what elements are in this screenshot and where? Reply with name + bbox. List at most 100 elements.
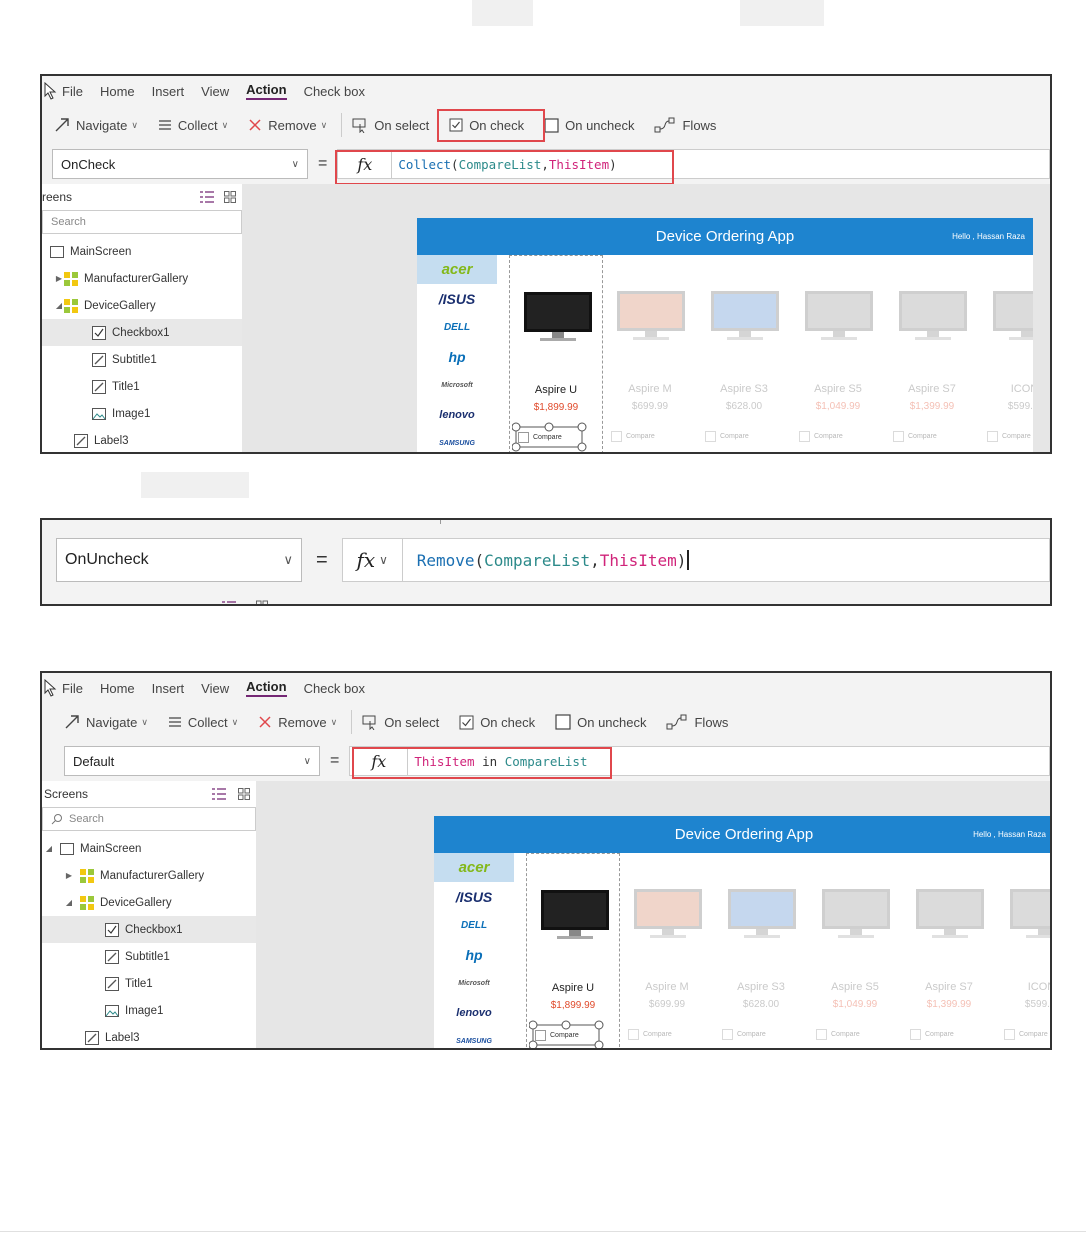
product-card[interactable]: Aspire U $1,899.99 Compare [509,255,603,452]
tree-node-subtitle1[interactable]: Subtitle1 [42,346,242,373]
product-card[interactable]: Aspire S3 $628.00 Compare [697,255,791,452]
collapse-icon[interactable]: ◢ [64,898,74,907]
brand-logo[interactable]: SAMSUNG [417,429,497,452]
on-select-button[interactable]: On select [362,714,439,730]
compare-checkbox[interactable]: Compare [799,431,843,442]
tree-list-icon[interactable] [212,788,226,800]
brand-logo[interactable]: hp [434,940,514,969]
grid-icon[interactable] [238,788,250,800]
tree-node-manufacturergallery[interactable]: ▶ ManufacturerGallery [42,862,256,889]
collect-button[interactable]: Collect ∨ [158,118,228,133]
remove-button[interactable]: Remove ∨ [258,715,337,730]
menu-action[interactable]: Action [246,679,287,697]
tree-node-image1[interactable]: Image1 [42,997,256,1024]
on-check-button[interactable]: On check [459,715,535,730]
tree-node-manufacturergallery[interactable]: ▶ ManufacturerGallery [42,265,242,292]
tree-node-title1[interactable]: Title1 [42,970,256,997]
on-select-button[interactable]: On select [352,117,429,133]
product-card[interactable]: Aspire U $1,899.99 Compare [526,853,620,1048]
formula-input[interactable]: Remove(CompareList, ThisItem) [401,538,1050,582]
product-card[interactable]: Aspire M $699.99 Compare [620,853,714,1048]
manufacturer-gallery: acer/ISUS DELL hp Microsoft lenovo SAMSUNG [417,255,497,452]
app-greeting: Hello , Hassan Raza [973,830,1046,839]
compare-checkbox[interactable]: Compare [722,1029,766,1040]
menu-action[interactable]: Action [246,82,287,100]
brand-logo[interactable]: acer [417,255,497,284]
compare-checkbox[interactable]: Compare [910,1029,954,1040]
compare-checkbox[interactable]: Compare [987,431,1031,442]
menu-file[interactable]: File [62,681,83,696]
brand-logo[interactable]: Microsoft [434,969,514,998]
menu-check-box[interactable]: Check box [304,681,365,696]
tree-node-image1[interactable]: Image1 [42,400,242,427]
expand-icon[interactable]: ▶ [54,274,64,283]
grid-icon[interactable] [224,191,236,203]
product-card[interactable]: Aspire S3 $628.00 Compare [714,853,808,1048]
menu-view[interactable]: View [201,84,229,99]
brand-logo[interactable]: Microsoft [417,371,497,400]
navigate-button[interactable]: Navigate ∨ [64,714,148,730]
product-card[interactable]: ICONI $599.99 Compare [979,255,1033,452]
property-dropdown[interactable]: Default ∨ [64,746,320,776]
tree-search-input[interactable]: Search [42,210,242,234]
product-card[interactable]: Aspire S5 $1,049.99 Compare [808,853,902,1048]
remove-button[interactable]: Remove ∨ [248,118,327,133]
brand-logo[interactable]: DELL [417,313,497,342]
compare-checkbox[interactable]: Compare [816,1029,860,1040]
brand-logo[interactable]: SAMSUNG [434,1027,514,1048]
brand-logo[interactable]: lenovo [434,998,514,1027]
tree-node-label3[interactable]: Label3 [42,427,242,452]
menu-insert[interactable]: Insert [152,84,185,99]
brand-logo[interactable]: DELL [434,911,514,940]
tree-node-checkbox1[interactable]: Checkbox1 [42,916,256,943]
on-uncheck-button[interactable]: On uncheck [544,118,634,133]
checkbox-icon [628,1029,639,1040]
product-card[interactable]: Aspire S7 $1,399.99 Compare [885,255,979,452]
menu-insert[interactable]: Insert [152,681,185,696]
brand-logo[interactable]: lenovo [417,400,497,429]
chevron-down-icon: ∨ [131,119,138,130]
product-card[interactable]: Aspire M $699.99 Compare [603,255,697,452]
tree-node-label3[interactable]: Label3 [42,1024,256,1048]
menu-file[interactable]: File [62,84,83,99]
brand-logo[interactable]: acer [434,853,514,882]
compare-checkbox[interactable]: Compare [893,431,937,442]
on-uncheck-button[interactable]: On uncheck [555,714,646,730]
flows-button[interactable]: Flows [666,714,728,730]
collect-button[interactable]: Collect ∨ [168,715,238,730]
compare-checkbox[interactable]: Compare [1004,1029,1048,1040]
compare-checkbox[interactable]: Compare [628,1029,672,1040]
fx-button[interactable]: fx ∨ [341,538,402,582]
brand-logo[interactable]: hp [417,342,497,371]
flows-button[interactable]: Flows [654,117,716,133]
menu-view[interactable]: View [201,681,229,696]
tree-node-devicegallery[interactable]: ◢ DeviceGallery [42,889,256,916]
tree-node-devicegallery[interactable]: ◢ DeviceGallery [42,292,242,319]
tree-node-mainscreen[interactable]: ◢ MainScreen [42,835,256,862]
tree-node-mainscreen[interactable]: MainScreen [42,238,242,265]
brand-logo[interactable]: /ISUS [417,284,497,313]
collapse-icon[interactable]: ◢ [44,844,54,853]
product-card[interactable]: ICONI $599.99 Compare [996,853,1050,1048]
menu-home[interactable]: Home [100,84,135,99]
tree-list-icon[interactable] [200,191,214,203]
tree-node-checkbox1[interactable]: Checkbox1 [42,319,242,346]
compare-checkbox[interactable]: Compare [705,431,749,442]
property-dropdown[interactable]: OnCheck ∨ [52,149,308,179]
collapse-icon[interactable]: ◢ [54,301,64,310]
brand-logo[interactable]: /ISUS [434,882,514,911]
product-card[interactable]: Aspire S5 $1,049.99 Compare [791,255,885,452]
expand-icon[interactable]: ▶ [64,871,74,880]
fx-icon: fx [356,548,376,572]
product-price: $699.99 [631,401,669,412]
tree-node-subtitle1[interactable]: Subtitle1 [42,943,256,970]
product-card[interactable]: Aspire S7 $1,399.99 Compare [902,853,996,1048]
menu-home[interactable]: Home [100,681,135,696]
tree-node-title1[interactable]: Title1 [42,373,242,400]
compare-checkbox[interactable]: Compare [611,431,655,442]
tree-search-input[interactable]: Search [42,807,256,831]
property-dropdown[interactable]: OnUncheck ∨ [56,538,302,582]
checkbox-icon [544,117,559,133]
menu-check-box[interactable]: Check box [304,84,365,99]
navigate-button[interactable]: Navigate ∨ [54,117,138,133]
